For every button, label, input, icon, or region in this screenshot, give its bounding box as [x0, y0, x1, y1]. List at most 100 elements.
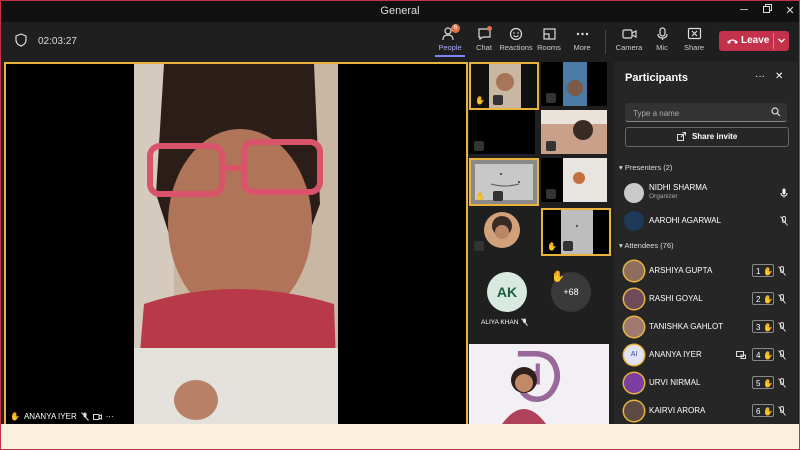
raised-hand-icon: ✋: [551, 271, 565, 283]
chevron-down-icon[interactable]: [777, 36, 786, 45]
mic-muted-icon: [546, 93, 556, 103]
close-window-icon[interactable]: ✕: [783, 4, 797, 17]
leave-button[interactable]: Leave: [719, 31, 789, 51]
participant-row[interactable]: AAROHI AGARWAL: [624, 210, 792, 232]
share-label: Share: [683, 43, 704, 52]
close-icon[interactable]: ✕: [775, 71, 783, 82]
participant-row[interactable]: TANISHKA GAHLOT 3 ✋: [624, 316, 792, 338]
reactions-icon: [509, 27, 522, 41]
reactions-button[interactable]: Reactions: [499, 27, 533, 52]
more-button[interactable]: More: [565, 27, 599, 52]
attendees-section-header[interactable]: ▾ Attendees (76): [619, 241, 674, 250]
raised-hand-order: 5 ✋: [752, 376, 774, 389]
presenters-section-header[interactable]: ▾ Presenters (2): [619, 163, 672, 172]
share-button[interactable]: Share: [677, 27, 711, 52]
participant-row[interactable]: ARSHIYA GUPTA 1 ✋: [624, 260, 792, 282]
mic-muted-icon: [474, 141, 484, 151]
mic-muted-icon: [80, 412, 89, 421]
participant-row[interactable]: KAIRVI ARORA 6 ✋: [624, 400, 792, 422]
rooms-button[interactable]: Rooms: [532, 27, 566, 52]
more-icon: [576, 32, 588, 36]
raised-hand-order: 2 ✋: [752, 292, 774, 305]
participant-name: RASHI GOYAL: [649, 294, 703, 303]
participant-row[interactable]: NIDHI SHARMA Organizer: [624, 182, 792, 204]
mic-muted-icon: [546, 141, 556, 151]
raised-hand-icon: ✋: [763, 407, 773, 416]
raised-hand-order: 1 ✋: [752, 264, 774, 277]
people-button[interactable]: 6 People: [433, 24, 467, 57]
mic-muted-icon: [493, 191, 503, 201]
shield-icon[interactable]: [15, 33, 27, 47]
camera-label: Camera: [615, 43, 643, 52]
mic-label: Mic: [656, 43, 668, 52]
phone-hangup-icon: [727, 39, 738, 44]
speaker-name: ANANYA IYER: [23, 412, 77, 421]
raised-hand-icon: ✋: [763, 295, 773, 304]
participant-name: AAROHI AGARWAL: [649, 216, 722, 225]
more-options-icon[interactable]: ···: [106, 412, 114, 421]
search-input[interactable]: [631, 105, 765, 121]
avatar[interactable]: AK: [487, 272, 527, 312]
chat-unread-dot: [487, 26, 492, 31]
microphone-icon: [780, 188, 788, 198]
share-invite-label: Share invite: [691, 132, 738, 141]
raised-hand-icon: ✋: [475, 192, 485, 201]
avatar: [624, 401, 644, 421]
participant-name: KAIRVI ARORA: [649, 406, 706, 415]
window-title: General: [380, 5, 420, 17]
reactions-label: Reactions: [499, 43, 533, 52]
search-icon: [771, 107, 781, 117]
raised-hand-icon: ✋: [475, 96, 485, 105]
participants-panel: Participants ··· ✕ Share invite ▾ Presen…: [614, 62, 798, 424]
minimize-icon[interactable]: ─: [737, 4, 751, 16]
participant-name: TANISHKA GAHLOT: [649, 322, 724, 331]
raised-hand-icon: ✋: [763, 379, 773, 388]
title-bar: General ─ ✕: [1, 1, 799, 22]
video-tile[interactable]: [469, 210, 535, 254]
video-tile[interactable]: [541, 62, 607, 106]
avatar: [624, 317, 644, 337]
raised-hand-icon: ✋: [10, 412, 20, 421]
mic-button[interactable]: Mic: [645, 27, 679, 52]
share-invite-button[interactable]: Share invite: [625, 127, 789, 147]
participant-row[interactable]: RASHI GOYAL 2 ✋: [624, 288, 792, 310]
participant-name: URVI NIRMAL: [649, 378, 701, 387]
avatar: [624, 211, 644, 231]
mic-muted-icon: [778, 322, 786, 332]
main-video-stage[interactable]: ✋ ANANYA IYER ···: [4, 62, 468, 426]
participant-row[interactable]: AI ANANYA IYER 4 ✋: [624, 344, 792, 366]
video-tile[interactable]: ᘑ: [469, 344, 609, 424]
mic-muted-icon: [778, 378, 786, 388]
video-tile[interactable]: [541, 158, 607, 202]
avatar: [624, 373, 644, 393]
panel-title: Participants: [625, 72, 688, 84]
meeting-toolbar: 02:03:27 6 People Chat Reactions Rooms M…: [1, 22, 799, 62]
active-tab-indicator: [435, 55, 465, 57]
share-screen-icon: [687, 27, 701, 40]
participant-video-grid: ✋ ✋ ✋ AK ALIYA KHAN +68 ✋ ᘑ: [467, 62, 612, 424]
mic-muted-icon: [778, 266, 786, 276]
search-box[interactable]: [625, 103, 787, 122]
raised-hand-order: 4 ✋: [752, 348, 774, 361]
raised-hand-icon: ✋: [763, 351, 773, 360]
video-tile[interactable]: ✋: [541, 208, 611, 256]
microphone-icon: [656, 27, 668, 40]
video-tile[interactable]: [541, 110, 607, 154]
participant-row[interactable]: URVI NIRMAL 5 ✋: [624, 372, 792, 394]
rooms-label: Rooms: [537, 43, 561, 52]
chat-button[interactable]: Chat: [467, 26, 501, 52]
camera-button[interactable]: Camera: [612, 27, 646, 52]
leave-divider: [773, 33, 774, 49]
participant-name: ANANYA IYER: [649, 350, 702, 359]
avatar: [624, 261, 644, 281]
more-options-icon[interactable]: ···: [755, 71, 765, 82]
video-tile[interactable]: [469, 110, 535, 154]
maximize-icon[interactable]: [760, 4, 774, 16]
video-tile[interactable]: ✋: [469, 62, 539, 110]
people-label: People: [438, 43, 462, 52]
video-tile[interactable]: ✋: [469, 158, 539, 206]
mic-muted-icon: [521, 318, 529, 326]
speaker-video: [134, 64, 338, 424]
participant-name: NIDHI SHARMA: [649, 183, 708, 192]
camera-status-icon: [92, 413, 102, 420]
